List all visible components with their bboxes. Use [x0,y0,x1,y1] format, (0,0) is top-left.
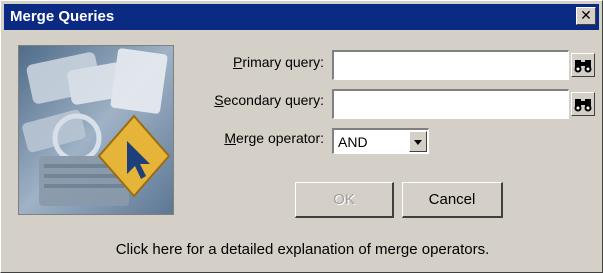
merge-operator-label: Merge operator: [224,130,324,146]
primary-browse-button[interactable] [571,53,595,77]
binoculars-icon [574,99,592,112]
title-bar[interactable]: Merge Queries ✕ [4,4,599,30]
close-icon: ✕ [580,7,592,23]
query-illustration [18,45,174,215]
secondary-browse-button[interactable] [571,92,595,116]
primary-query-label: Primary query: [232,54,324,70]
dialog-title: Merge Queries [10,8,115,25]
cancel-button[interactable]: Cancel [402,182,503,218]
primary-query-field[interactable] [332,50,569,80]
merge-operator-select[interactable]: AND [332,128,429,154]
secondary-query-field[interactable] [332,89,569,119]
merge-operator-value: AND [338,134,368,150]
merge-queries-dialog: Merge Queries ✕ Primary query: Secondary… [0,0,603,273]
merge-operators-help-link[interactable]: Click here for a detailed explanation of… [1,241,603,258]
ok-button[interactable]: OK [295,182,394,218]
binoculars-icon [574,60,592,73]
secondary-query-label: Secondary query: [214,92,324,108]
chevron-down-icon[interactable] [409,131,427,152]
close-button[interactable]: ✕ [576,7,596,25]
